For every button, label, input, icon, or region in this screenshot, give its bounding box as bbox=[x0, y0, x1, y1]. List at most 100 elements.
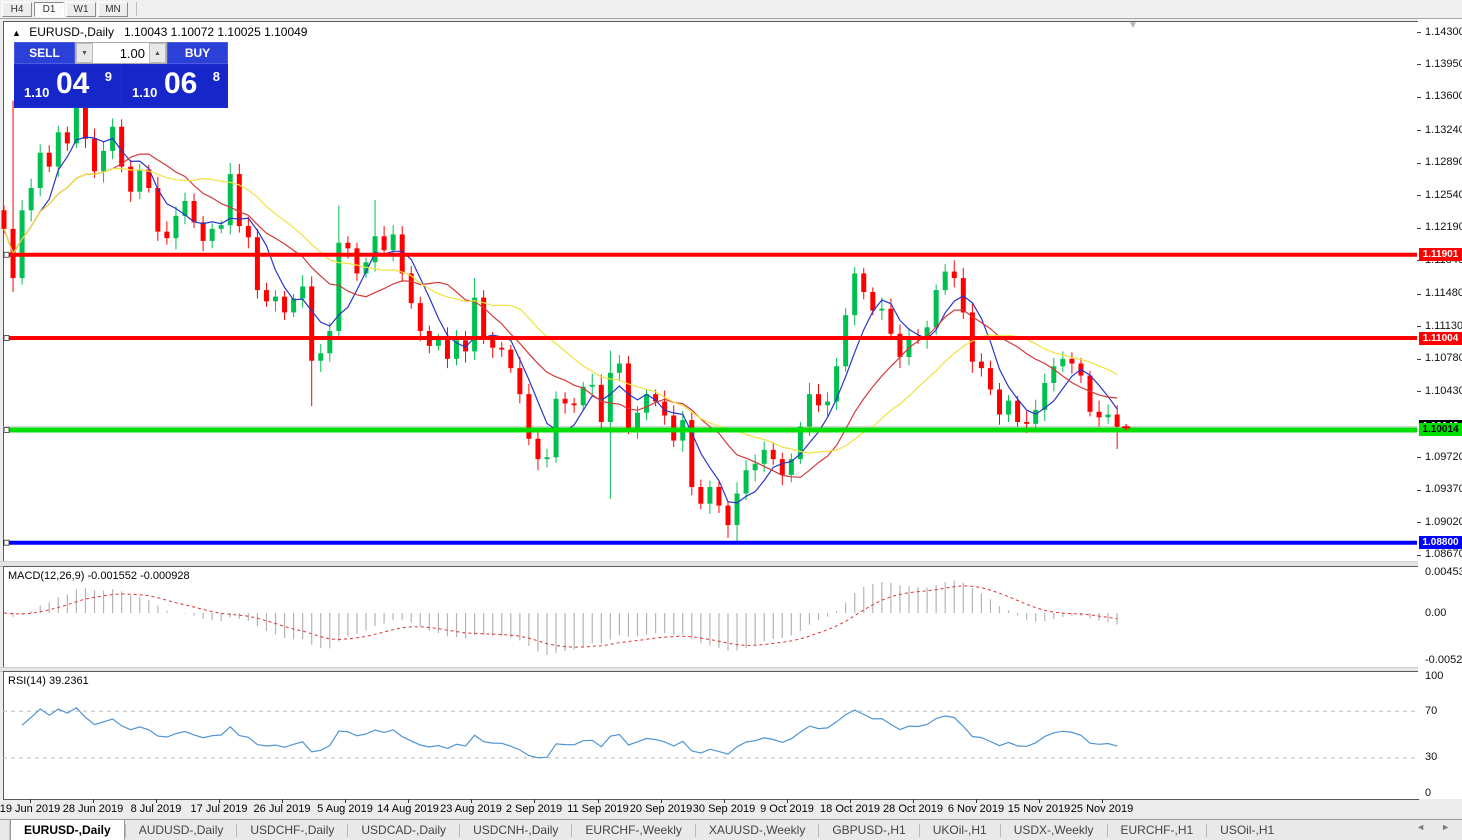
level-price-box: 1.11004 bbox=[1419, 332, 1462, 345]
date-axis-label: 28 Oct 2019 bbox=[883, 803, 943, 815]
chart-tab-usdchf-daily[interactable]: USDCHF-,Daily bbox=[237, 820, 347, 840]
price-axis-tick-label: 1.11130 bbox=[1425, 320, 1462, 332]
toolbar-separator bbox=[136, 2, 137, 16]
buy-price-display[interactable]: 1.10 06 8 bbox=[122, 65, 228, 106]
chart-tab-ukoil-h1[interactable]: UKOil-,H1 bbox=[920, 820, 1000, 840]
price-axis-tick-label: 1.12190 bbox=[1425, 221, 1462, 233]
macd-pane[interactable] bbox=[3, 566, 1419, 669]
price-axis-tick bbox=[1417, 555, 1421, 556]
date-axis-label: 15 Nov 2019 bbox=[1008, 803, 1070, 815]
chevron-down-icon: ▼ bbox=[81, 50, 88, 57]
volume-increase-button[interactable]: ▲ bbox=[149, 43, 166, 63]
price-axis-tick bbox=[1417, 359, 1421, 360]
date-axis-label: 9 Oct 2019 bbox=[760, 803, 814, 815]
price-axis-tick bbox=[1417, 130, 1421, 131]
price-axis-tick-label: 1.11480 bbox=[1425, 287, 1462, 299]
volume-decrease-button[interactable]: ▼ bbox=[76, 43, 93, 63]
timeframe-button-w1[interactable]: W1 bbox=[66, 2, 96, 17]
date-axis-label: 28 Jun 2019 bbox=[63, 803, 124, 815]
date-axis-tick bbox=[408, 799, 409, 803]
price-axis-tick bbox=[1417, 195, 1421, 196]
chart-tab-usoil-h1[interactable]: USOil-,H1 bbox=[1207, 820, 1287, 840]
chart-tab-usdcad-daily[interactable]: USDCAD-,Daily bbox=[348, 820, 459, 840]
rsi-indicator-label: RSI(14) 39.2361 bbox=[8, 675, 89, 687]
trading-terminal: H4D1W1MN ▲ EURUSD-,Daily 1.10043 1.10072… bbox=[0, 0, 1462, 840]
chart-tab-gbpusd-h1[interactable]: GBPUSD-,H1 bbox=[819, 820, 918, 840]
level-price-box: 1.10014 bbox=[1419, 423, 1462, 436]
chart-tab-usdx-weekly[interactable]: USDX-,Weekly bbox=[1001, 820, 1107, 840]
date-axis-label: 2 Sep 2019 bbox=[506, 803, 562, 815]
rsi-axis-label: 100 bbox=[1425, 670, 1443, 682]
price-axis-tick bbox=[1417, 490, 1421, 491]
date-axis-tick bbox=[913, 799, 914, 803]
timeframe-button-mn[interactable]: MN bbox=[98, 2, 128, 17]
sell-price-prefix: 1.10 bbox=[24, 85, 49, 100]
date-axis-tick bbox=[661, 799, 662, 803]
date-axis-label: 25 Nov 2019 bbox=[1071, 803, 1133, 815]
timeframe-button-d1[interactable]: D1 bbox=[34, 2, 64, 17]
timeframe-toolbar: H4D1W1MN bbox=[0, 0, 1462, 19]
chart-shift-marker-icon[interactable]: ▼ bbox=[1128, 20, 1138, 31]
macd-axis-label: 0.00 bbox=[1425, 607, 1446, 619]
date-axis-tick bbox=[787, 799, 788, 803]
buy-button[interactable]: BUY bbox=[167, 42, 228, 64]
date-axis-tick bbox=[345, 799, 346, 803]
chart-tab-usdcnh-daily[interactable]: USDCNH-,Daily bbox=[460, 820, 571, 840]
date-axis-label: 18 Oct 2019 bbox=[820, 803, 880, 815]
date-axis-tick bbox=[1102, 799, 1103, 803]
chart-symbol-label: EURUSD-,Daily bbox=[29, 25, 114, 39]
tabs-scroll-right-button[interactable]: ► bbox=[1441, 822, 1450, 832]
chart-title: ▲ EURUSD-,Daily 1.10043 1.10072 1.10025 … bbox=[12, 25, 307, 39]
rsi-axis-label: 0 bbox=[1425, 787, 1431, 799]
date-axis-label: 6 Nov 2019 bbox=[948, 803, 1004, 815]
date-axis-label: 23 Aug 2019 bbox=[440, 803, 502, 815]
tabbar-grip[interactable] bbox=[0, 820, 10, 840]
price-axis-tick bbox=[1417, 97, 1421, 98]
chart-tab-eurchf-h1[interactable]: EURCHF-,H1 bbox=[1108, 820, 1207, 840]
date-axis-label: 30 Sep 2019 bbox=[693, 803, 755, 815]
price-axis-tick-label: 1.09020 bbox=[1425, 516, 1462, 528]
price-axis-tick-label: 1.13240 bbox=[1425, 124, 1462, 136]
date-axis-tick bbox=[156, 799, 157, 803]
macd-indicator-label: MACD(12,26,9) -0.001552 -0.000928 bbox=[8, 570, 190, 582]
chart-tab-xauusd-weekly[interactable]: XAUUSD-,Weekly bbox=[696, 820, 818, 840]
timeframe-button-h4[interactable]: H4 bbox=[2, 2, 32, 17]
date-axis-tick bbox=[1039, 799, 1040, 803]
level-price-box: 1.08800 bbox=[1419, 536, 1462, 549]
level-price-box: 1.11901 bbox=[1419, 248, 1462, 261]
date-axis-tick bbox=[30, 799, 31, 803]
date-axis-tick bbox=[850, 799, 851, 803]
date-axis-label: 11 Sep 2019 bbox=[567, 803, 629, 815]
collapse-arrow-icon[interactable]: ▲ bbox=[12, 28, 21, 38]
date-axis-label: 5 Aug 2019 bbox=[317, 803, 373, 815]
macd-axis-label: -0.005205 bbox=[1425, 654, 1462, 666]
sell-price-display[interactable]: 1.10 04 9 bbox=[14, 65, 120, 106]
date-axis-label: 26 Jul 2019 bbox=[254, 803, 311, 815]
date-axis-label: 19 Jun 2019 bbox=[0, 803, 60, 815]
date-axis-tick bbox=[534, 799, 535, 803]
chart-tab-eurchf-weekly[interactable]: EURCHF-,Weekly bbox=[572, 820, 694, 840]
price-axis-tick-label: 1.14300 bbox=[1425, 26, 1462, 38]
date-axis-tick bbox=[219, 799, 220, 803]
date-axis-tick bbox=[598, 799, 599, 803]
chart-tab-audusd-daily[interactable]: AUDUSD-,Daily bbox=[126, 820, 237, 840]
sell-button[interactable]: SELL bbox=[14, 42, 75, 64]
price-axis-tick bbox=[1417, 228, 1421, 229]
price-axis-tick-label: 1.08670 bbox=[1425, 548, 1462, 560]
macd-axis-label: 0.004536 bbox=[1425, 566, 1462, 578]
volume-input[interactable] bbox=[93, 43, 149, 63]
date-axis-tick bbox=[93, 799, 94, 803]
price-axis-tick bbox=[1417, 163, 1421, 164]
date-axis-label: 20 Sep 2019 bbox=[630, 803, 692, 815]
chart-ohlc-values: 1.10043 1.10072 1.10025 1.10049 bbox=[124, 25, 308, 39]
buy-price-prefix: 1.10 bbox=[132, 85, 157, 100]
buy-price-big: 06 bbox=[164, 67, 197, 101]
volume-stepper: ▼ ▲ bbox=[75, 42, 167, 64]
price-axis-tick-label: 1.13950 bbox=[1425, 58, 1462, 70]
rsi-pane[interactable] bbox=[3, 671, 1419, 800]
chart-tab-eurusd-daily[interactable]: EURUSD-,Daily bbox=[10, 820, 125, 840]
tabs-scroll-left-button[interactable]: ◄ bbox=[1416, 822, 1425, 832]
date-axis-tick bbox=[282, 799, 283, 803]
price-axis-tick bbox=[1417, 522, 1421, 523]
price-axis-area[interactable] bbox=[1418, 19, 1462, 799]
